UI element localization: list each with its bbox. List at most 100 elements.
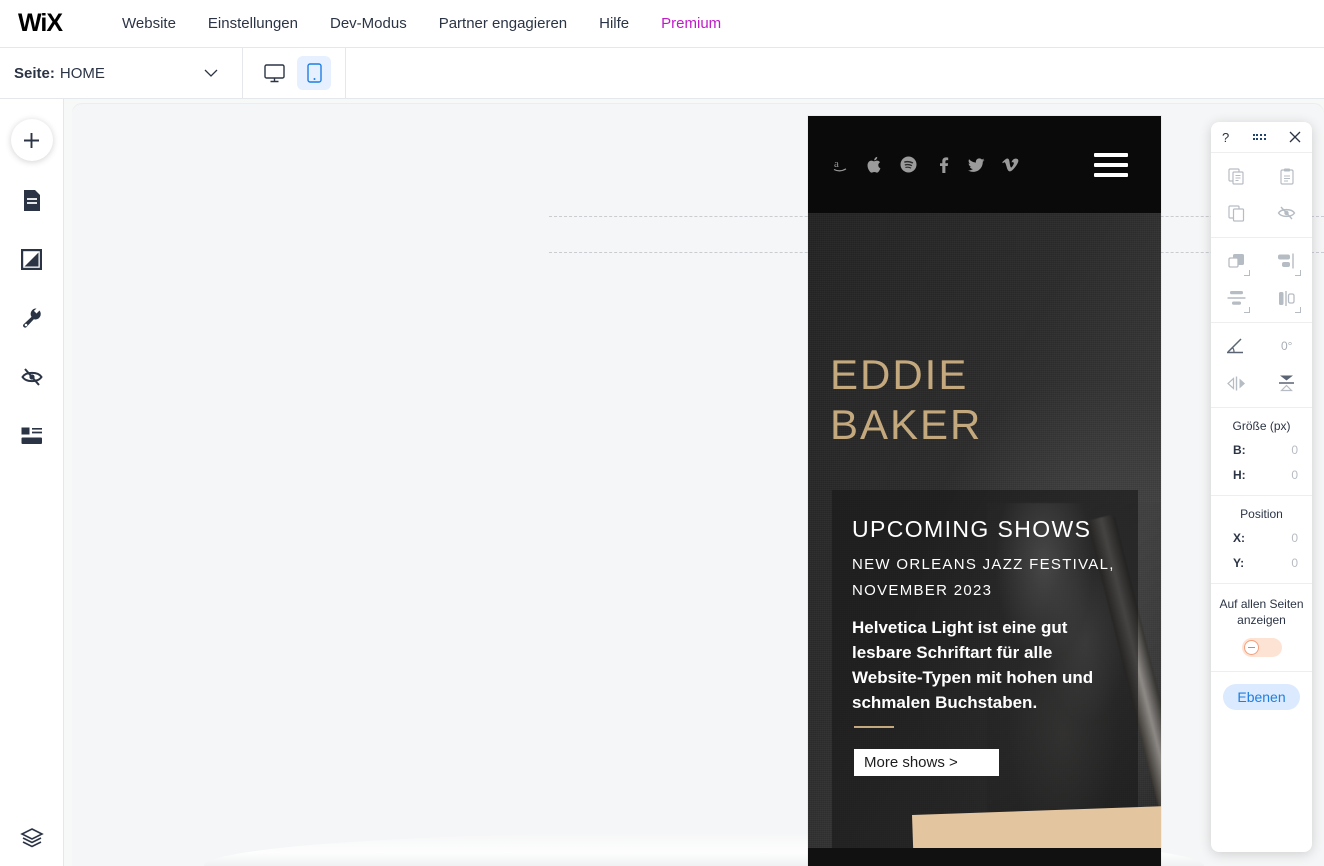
panel-drag-handle[interactable] bbox=[1252, 134, 1266, 140]
height-label: H: bbox=[1233, 468, 1246, 482]
vimeo-icon[interactable] bbox=[1002, 156, 1019, 173]
distribute-vertical-icon bbox=[1227, 290, 1246, 306]
panel-footer: Ebenen bbox=[1211, 672, 1312, 722]
menu-item-einstellungen[interactable]: Einstellungen bbox=[192, 9, 314, 38]
more-shows-button[interactable]: More shows > bbox=[854, 749, 999, 776]
distribute-vertical-button[interactable] bbox=[1219, 285, 1253, 313]
page-selector-value: HOME bbox=[59, 64, 105, 82]
shows-heading: UPCOMING SHOWS bbox=[852, 516, 1092, 542]
panel-position-section: Position X: 0 Y: 0 bbox=[1211, 496, 1312, 584]
show-all-pages-label: Auf allen Seiten anzeigen bbox=[1219, 597, 1304, 627]
arrange-button[interactable] bbox=[1219, 248, 1253, 276]
theme-square-icon bbox=[21, 248, 42, 270]
menu-item-website[interactable]: Website bbox=[106, 9, 192, 38]
rotate-button[interactable] bbox=[1219, 333, 1253, 359]
align-button[interactable] bbox=[1270, 248, 1304, 276]
amazon-icon[interactable]: a bbox=[832, 156, 849, 173]
upcoming-shows-card[interactable]: UPCOMING SHOWS NEW ORLEANS JAZZ FESTIVAL… bbox=[832, 490, 1138, 848]
add-element-button[interactable] bbox=[10, 119, 53, 161]
top-menu-bar: WiX Website Einstellungen Dev-Modus Part… bbox=[0, 0, 1324, 48]
mobile-view-button[interactable] bbox=[297, 56, 331, 90]
duplicate-button[interactable] bbox=[1219, 200, 1253, 226]
menu-item-dev-modus[interactable]: Dev-Modus bbox=[314, 9, 423, 38]
rotate-value[interactable]: 0° bbox=[1270, 333, 1304, 359]
media-layout-button[interactable] bbox=[12, 416, 52, 456]
width-field-row[interactable]: B: 0 bbox=[1211, 443, 1312, 457]
expand-corner-indicator bbox=[1244, 270, 1251, 276]
twitter-icon[interactable] bbox=[968, 156, 985, 173]
position-x-value[interactable]: 0 bbox=[1291, 531, 1298, 545]
width-value[interactable]: 0 bbox=[1291, 443, 1298, 457]
paste-clipboard-icon bbox=[1279, 168, 1295, 185]
panel-size-section: Größe (px) B: 0 H: 0 bbox=[1211, 408, 1312, 496]
copy-button[interactable] bbox=[1219, 163, 1253, 189]
editor-toolbar: Seite: HOME bbox=[0, 47, 1324, 99]
rotate-angle-value: 0° bbox=[1281, 339, 1293, 353]
media-layout-icon bbox=[21, 427, 43, 445]
duplicate-pages-icon bbox=[1228, 204, 1245, 222]
position-y-label: Y: bbox=[1233, 556, 1245, 570]
panel-arrange-section bbox=[1211, 238, 1312, 323]
height-value[interactable]: 0 bbox=[1291, 468, 1298, 482]
editor-canvas[interactable]: a EDDIE BAKER UPCOMING SHOWS NEW ORLEANS… bbox=[64, 99, 1324, 866]
shows-body-text: Helvetica Light ist eine gut lesbare Sch… bbox=[852, 618, 1094, 712]
distribute-horizontal-button[interactable] bbox=[1270, 285, 1304, 313]
floating-toolbar-panel[interactable]: ? 0° Größe (px) B: 0 H: 0 Position X: 0 … bbox=[1211, 122, 1312, 852]
chevron-down-icon bbox=[204, 69, 218, 78]
help-button[interactable]: ? bbox=[1222, 130, 1229, 145]
spotify-icon[interactable] bbox=[900, 156, 917, 173]
height-field-row[interactable]: H: 0 bbox=[1211, 468, 1312, 482]
flip-vertical-button[interactable] bbox=[1270, 370, 1304, 396]
ebenen-button[interactable]: Ebenen bbox=[1223, 684, 1300, 710]
shows-divider bbox=[854, 726, 894, 728]
position-x-row[interactable]: X: 0 bbox=[1211, 531, 1312, 545]
flip-horizontal-button[interactable] bbox=[1219, 370, 1253, 396]
position-y-value[interactable]: 0 bbox=[1291, 556, 1298, 570]
wrench-icon bbox=[21, 307, 43, 329]
design-theme-button[interactable] bbox=[12, 239, 52, 279]
show-all-pages-toggle[interactable] bbox=[1241, 638, 1282, 657]
menu-item-premium[interactable]: Premium bbox=[645, 9, 737, 38]
layers-stack-icon bbox=[19, 827, 44, 849]
drag-handle-dots-icon bbox=[1252, 134, 1266, 140]
expand-corner-indicator bbox=[1294, 307, 1301, 313]
tools-button[interactable] bbox=[12, 298, 52, 338]
flip-vertical-icon bbox=[1278, 373, 1295, 393]
expand-corner-indicator bbox=[1294, 270, 1301, 276]
facebook-icon[interactable] bbox=[934, 156, 951, 173]
layers-button[interactable] bbox=[12, 818, 52, 858]
mobile-preview-frame[interactable]: a EDDIE BAKER UPCOMING SHOWS NEW ORLEANS… bbox=[808, 116, 1161, 866]
distribute-horizontal-icon bbox=[1278, 290, 1295, 307]
question-mark-icon: ? bbox=[1222, 129, 1230, 145]
eye-off-icon bbox=[1277, 205, 1296, 221]
hamburger-menu-icon[interactable] bbox=[1094, 153, 1128, 177]
hero-title: EDDIE BAKER bbox=[830, 351, 983, 448]
desktop-view-button[interactable] bbox=[257, 56, 291, 90]
wix-logo[interactable]: WiX bbox=[12, 9, 68, 37]
close-panel-button[interactable] bbox=[1289, 131, 1301, 143]
social-links-row: a bbox=[832, 156, 1019, 173]
rotate-angle-icon bbox=[1226, 338, 1246, 354]
apple-icon[interactable] bbox=[866, 156, 883, 173]
page-selector-dropdown[interactable]: Seite: HOME bbox=[0, 47, 243, 99]
align-right-icon bbox=[1277, 253, 1296, 269]
position-y-row[interactable]: Y: 0 bbox=[1211, 556, 1312, 570]
plus-icon bbox=[22, 131, 41, 150]
hide-element-button[interactable] bbox=[1270, 200, 1304, 226]
pages-menu-button[interactable] bbox=[12, 180, 52, 220]
paste-button[interactable] bbox=[1270, 163, 1304, 189]
arrange-layers-icon bbox=[1228, 253, 1245, 270]
expand-corner-indicator bbox=[1244, 307, 1251, 313]
svg-text:a: a bbox=[834, 158, 839, 170]
hero-section: EDDIE BAKER UPCOMING SHOWS NEW ORLEANS J… bbox=[808, 213, 1161, 848]
panel-rotate-section: 0° bbox=[1211, 323, 1312, 408]
page-document-icon bbox=[22, 189, 42, 212]
copy-icon bbox=[1228, 167, 1245, 185]
menu-item-partner-engagieren[interactable]: Partner engagieren bbox=[423, 9, 583, 38]
wix-editor-screen: WiX Website Einstellungen Dev-Modus Part… bbox=[0, 0, 1324, 866]
panel-clipboard-section bbox=[1211, 153, 1312, 238]
site-header: a bbox=[808, 116, 1161, 213]
menu-item-hilfe[interactable]: Hilfe bbox=[583, 9, 645, 38]
close-x-icon bbox=[1289, 131, 1301, 143]
hidden-elements-button[interactable] bbox=[12, 357, 52, 397]
